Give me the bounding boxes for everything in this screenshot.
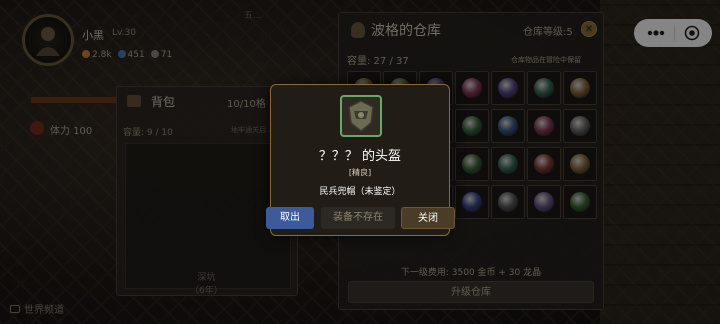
item-dialog: ？？？ 的头盔 [精良] 民兵兜帽（未鉴定） 取出 装备不存在 关闭 — [266, 84, 455, 236]
item-description: 民兵兜帽（未鉴定） — [319, 187, 401, 197]
item-quality: [精良] — [348, 168, 372, 177]
item-name: ？？？ 的头盔 — [318, 149, 402, 164]
equip-button[interactable]: 装备不存在 — [321, 207, 395, 229]
helmet-icon — [340, 95, 382, 137]
take-out-button[interactable]: 取出 — [266, 207, 314, 229]
close-button[interactable]: 关闭 — [401, 207, 455, 229]
